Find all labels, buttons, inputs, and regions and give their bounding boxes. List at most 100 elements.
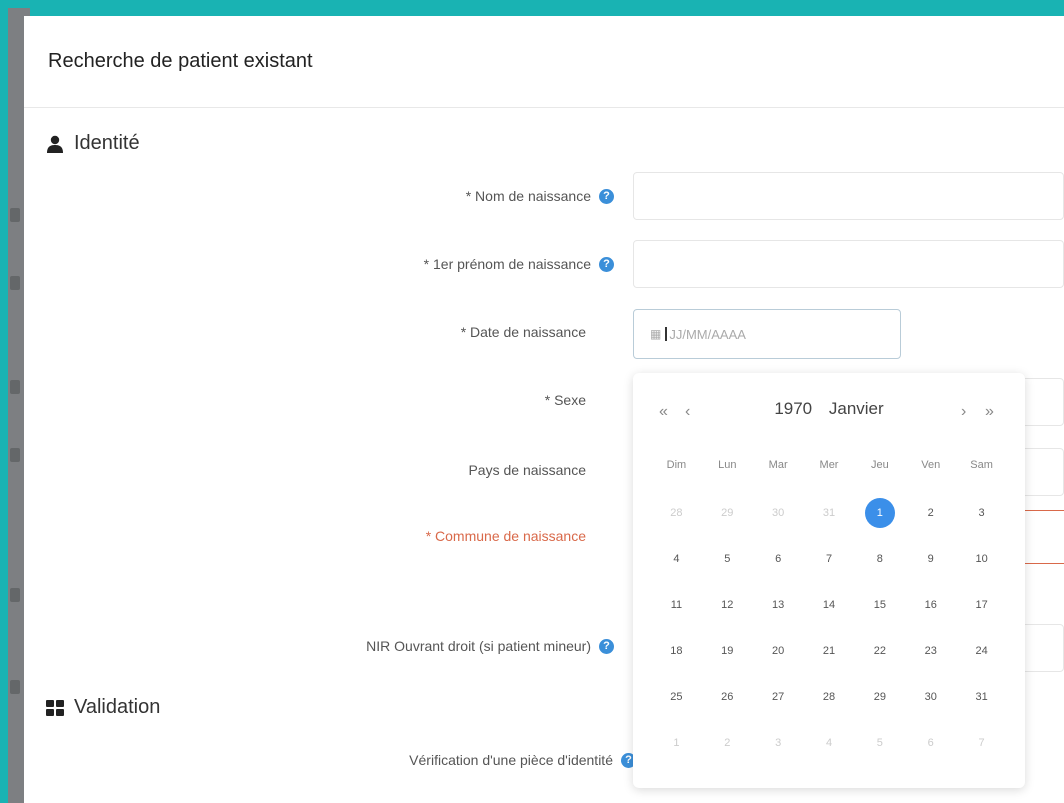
calendar-day[interactable]: 2 [702,729,753,757]
nir-label: NIR Ouvrant droit (si patient mineur) ? [254,636,614,656]
birth-name-label: * Nom de naissance ? [304,186,614,206]
calendar-day-number: 30 [772,507,785,519]
first-name-input[interactable] [633,240,1064,288]
calendar-day-number: 6 [775,553,782,565]
calendar-day[interactable]: 3 [956,499,1007,527]
calendar-day[interactable]: 17 [956,591,1007,619]
calendar-day-number: 23 [924,645,937,657]
calendar-day-number: 29 [721,507,734,519]
datepicker-year[interactable]: 1970 [774,399,812,418]
birth-date-input[interactable]: ▦ JJ/MM/AAAA [633,309,901,359]
calendar-day[interactable]: 4 [804,729,855,757]
calendar-day[interactable]: 22 [854,637,905,665]
birth-country-select[interactable] [1020,448,1064,496]
calendar-day-number: 3 [978,507,985,519]
birth-commune-input-border [1020,563,1064,564]
calendar-day[interactable]: 29 [854,683,905,711]
calendar-day-number: 12 [721,599,734,611]
calendar-day[interactable]: 31 [804,499,855,527]
calendar-day[interactable]: 20 [753,637,804,665]
calendar-day-number: 22 [873,645,886,657]
next-month-button[interactable]: › [961,403,966,421]
calendar-day[interactable]: 23 [905,637,956,665]
calendar-day-number: 5 [876,737,883,749]
calendar-day[interactable]: 4 [651,545,702,573]
calendar-day[interactable]: 6 [905,729,956,757]
calendar-day[interactable]: 2 [905,499,956,527]
calendar-day[interactable]: 14 [804,591,855,619]
calendar-day[interactable]: 31 [956,683,1007,711]
calendar-day[interactable]: 5 [702,545,753,573]
calendar-day-number: 1 [864,498,895,528]
user-icon [47,135,63,153]
identity-section-title: Identité [46,132,140,155]
calendar-day-number: 7 [978,737,985,749]
help-icon[interactable]: ? [599,638,614,654]
calendar-day[interactable]: 26 [702,683,753,711]
calendar-day[interactable]: 3 [753,729,804,757]
calendar-day[interactable]: 13 [753,591,804,619]
sex-label: * Sexe [544,392,586,408]
calendar-day-number: 4 [825,737,833,749]
calendar-day-number: 31 [975,691,988,703]
modal-header: Recherche de patient existant [24,16,1064,108]
calendar-day[interactable]: 21 [804,637,855,665]
calendar-day-number: 21 [822,645,836,657]
calendar-day[interactable]: 6 [753,545,804,573]
calendar-day-selected[interactable]: 1 [854,498,905,528]
calendar-day[interactable]: 27 [753,683,804,711]
calendar-day-number: 2 [927,507,934,519]
calendar-day[interactable]: 12 [702,591,753,619]
calendar-day[interactable]: 11 [651,591,702,619]
calendar-day-number: 27 [772,691,785,703]
birth-name-input[interactable] [633,172,1064,220]
calendar-day[interactable]: 16 [905,591,956,619]
datepicker-month[interactable]: Janvier [829,399,884,418]
calendar-day-number: 19 [721,645,734,657]
weekday-label: Mer [819,459,839,471]
calendar-day-number: 20 [772,645,785,657]
calendar-day-number: 1 [673,737,680,749]
calendar-day[interactable]: 7 [956,729,1007,757]
calendar-day[interactable]: 25 [651,683,702,711]
calendar-day[interactable]: 30 [753,499,804,527]
calendar-week-row: 1 2 3 4 5 6 7 [651,729,1007,757]
calendar-day[interactable]: 30 [905,683,956,711]
calendar-day[interactable]: 8 [854,545,905,573]
datepicker-popup: « ‹ 1970 Janvier › » Dim Lun Mar Mer Jeu… [633,373,1025,788]
calendar-day[interactable]: 18 [651,637,702,665]
next-year-button[interactable]: » [985,403,994,421]
calendar-day-number: 3 [775,737,782,749]
calendar-day-number: 2 [724,737,731,749]
calendar-day[interactable]: 28 [651,499,702,527]
modal-title: Recherche de patient existant [48,50,313,72]
birth-commune-input-border[interactable] [1020,510,1064,511]
sex-select[interactable] [1020,378,1064,426]
weekday-label: Lun [718,459,737,471]
search-patient-modal: Recherche de patient existant Identité *… [24,16,1064,803]
nir-input[interactable] [1020,624,1064,672]
calendar-day[interactable]: 24 [956,637,1007,665]
calendar-day[interactable]: 15 [854,591,905,619]
calendar-day-number: 31 [822,507,836,519]
calendar-day-number: 18 [670,645,683,657]
id-check-label: Vérification d'une pièce d'identité ? [274,750,636,770]
weekday-label: Jeu [870,459,889,471]
calendar-day-number: 6 [927,737,934,749]
calendar-day[interactable]: 29 [702,499,753,527]
help-icon[interactable]: ? [599,256,614,272]
weekday-label: Ven [921,459,941,471]
calendar-day[interactable]: 10 [956,545,1007,573]
calendar-day[interactable]: 28 [804,683,855,711]
calendar-day[interactable]: 5 [854,729,905,757]
help-icon[interactable]: ? [599,188,614,204]
text-cursor [665,327,668,341]
weekday-label: Mar [768,459,788,471]
calendar-day[interactable]: 1 [651,729,702,757]
validation-section-label: Validation [74,696,161,718]
calendar-day[interactable]: 7 [804,545,855,573]
calendar-week-row: 4 5 6 7 8 9 10 [651,545,1007,573]
calendar-day[interactable]: 19 [702,637,753,665]
calendar-day[interactable]: 9 [905,545,956,573]
validation-section-title: Validation [46,696,160,719]
